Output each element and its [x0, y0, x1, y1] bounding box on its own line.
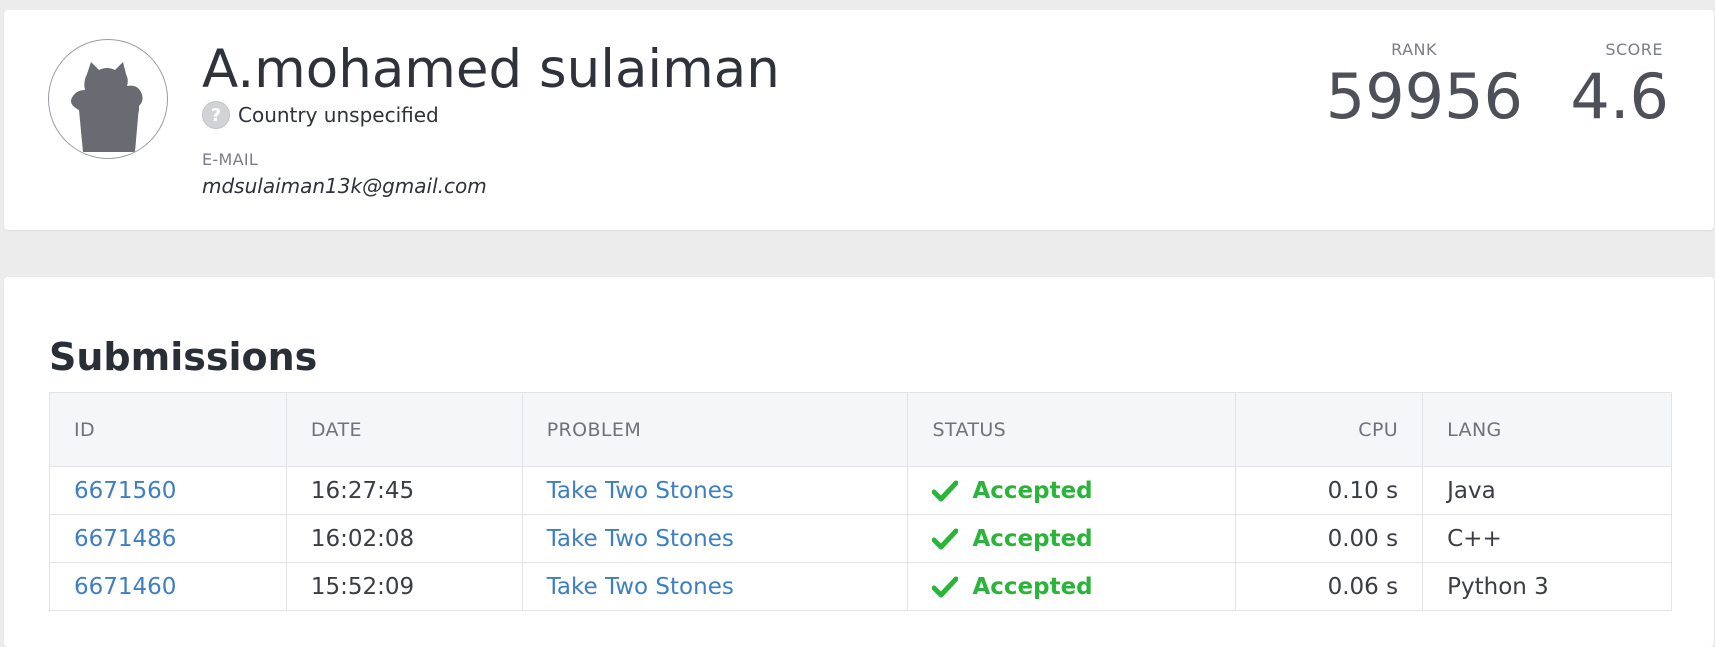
column-header-lang[interactable]: LANG: [1422, 392, 1672, 467]
rank-stat: RANK 59956: [1326, 40, 1523, 133]
submissions-title: Submissions: [49, 335, 318, 379]
avatar[interactable]: [48, 39, 168, 159]
problem-link[interactable]: Take Two Stones: [547, 478, 734, 504]
status-cell: Accepted: [932, 478, 1235, 504]
rank-value: 59956: [1325, 60, 1523, 133]
user-name: A.mohamed sulaiman: [202, 39, 780, 100]
cpu-time: 0.00 s: [1235, 514, 1424, 563]
submission-date: 16:02:08: [286, 514, 523, 563]
submission-id-link[interactable]: 6671486: [74, 526, 176, 552]
email-value: mdsulaiman13k@gmail.com: [202, 174, 487, 198]
language: Java: [1422, 466, 1672, 515]
status-cell: Accepted: [932, 526, 1235, 552]
score-label: SCORE: [1605, 40, 1663, 59]
table-row: 6671560 16:27:45 Take Two Stones Accepte…: [49, 466, 1672, 515]
status-cell: Accepted: [932, 574, 1235, 600]
country-label: Country unspecified: [238, 103, 439, 127]
submission-date: 16:27:45: [286, 466, 523, 515]
language: Python 3: [1422, 562, 1672, 611]
status-label: Accepted: [972, 477, 1093, 504]
user-silhouette-icon: [71, 62, 143, 152]
check-icon: [932, 576, 959, 597]
email-label: E-MAIL: [202, 150, 259, 169]
table-row: 6671486 16:02:08 Take Two Stones Accepte…: [49, 514, 1672, 563]
problem-link[interactable]: Take Two Stones: [547, 574, 734, 600]
submission-date: 15:52:09: [286, 562, 523, 611]
problem-link[interactable]: Take Two Stones: [547, 526, 734, 552]
country-info: ? Country unspecified: [202, 100, 439, 130]
column-header-date[interactable]: DATE: [286, 392, 523, 467]
column-header-status[interactable]: STATUS: [907, 392, 1237, 467]
submissions-card: Submissions ID DATE PROBLEM STATUS CPU L…: [4, 277, 1714, 647]
cpu-time: 0.06 s: [1235, 562, 1424, 611]
cpu-time: 0.10 s: [1235, 466, 1424, 515]
table-row: 6671460 15:52:09 Take Two Stones Accepte…: [49, 562, 1672, 611]
score-stat: SCORE 4.6: [1570, 40, 1669, 133]
status-label: Accepted: [972, 573, 1093, 600]
column-header-problem[interactable]: PROBLEM: [522, 392, 909, 467]
submission-id-link[interactable]: 6671460: [74, 574, 176, 600]
unknown-flag-icon: ?: [202, 101, 230, 129]
submissions-table: ID DATE PROBLEM STATUS CPU LANG 6671560 …: [49, 392, 1672, 611]
profile-card: A.mohamed sulaiman ? Country unspecified…: [4, 10, 1714, 230]
language: C++: [1422, 514, 1672, 563]
column-header-id[interactable]: ID: [49, 392, 287, 467]
check-icon: [932, 528, 959, 549]
check-icon: [932, 480, 959, 501]
column-header-cpu[interactable]: CPU: [1235, 392, 1424, 467]
status-label: Accepted: [972, 525, 1093, 552]
rank-label: RANK: [1391, 40, 1437, 59]
table-header-row: ID DATE PROBLEM STATUS CPU LANG: [49, 392, 1672, 467]
score-value: 4.6: [1570, 60, 1669, 133]
submission-id-link[interactable]: 6671560: [74, 478, 176, 504]
